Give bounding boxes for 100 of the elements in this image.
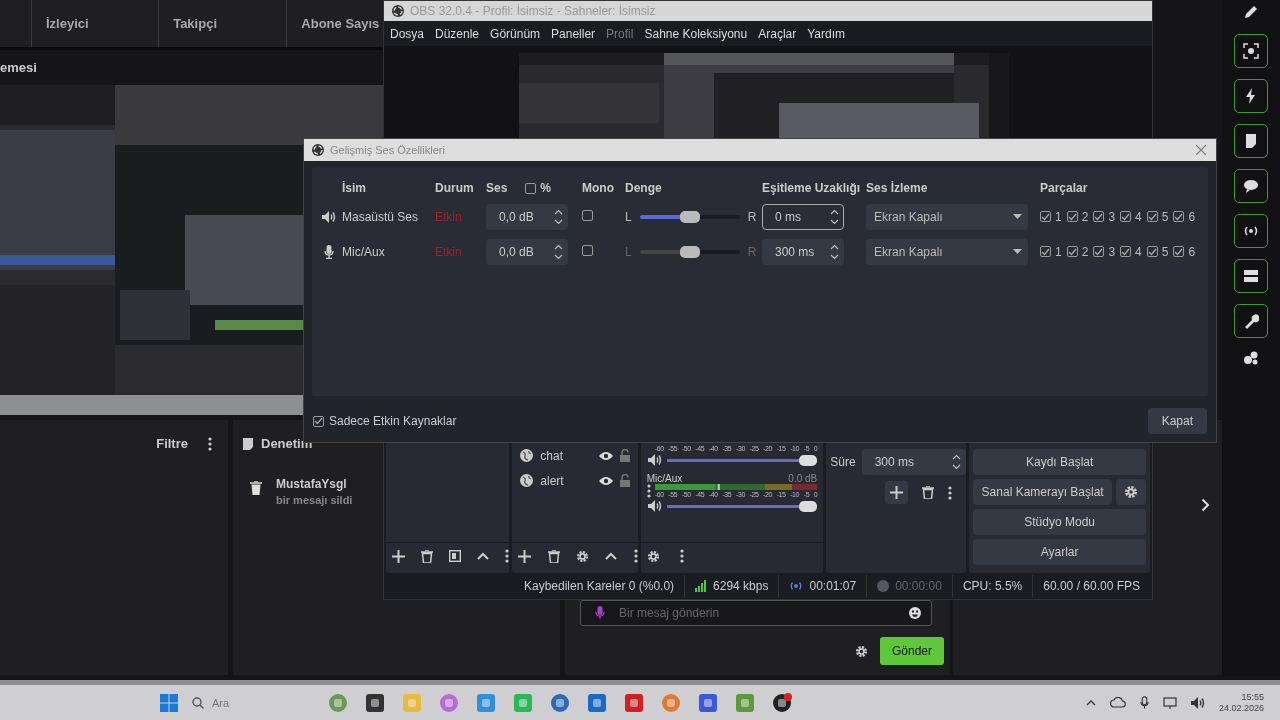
more-icon[interactable] xyxy=(646,484,651,498)
active-only-checkbox[interactable] xyxy=(313,415,324,427)
more-icon[interactable] xyxy=(679,549,684,563)
monitoring-dropdown[interactable]: Ekran Kapalı xyxy=(866,238,1028,265)
control-button[interactable]: Ayarlar xyxy=(973,539,1146,565)
add-icon[interactable] xyxy=(518,549,532,563)
app-icon[interactable] xyxy=(772,692,792,713)
layout-icon[interactable] xyxy=(1234,259,1268,293)
mono-checkbox[interactable] xyxy=(582,244,593,256)
right-label: R xyxy=(747,209,757,224)
start-icon[interactable] xyxy=(160,693,178,712)
close-button[interactable]: Kapat xyxy=(1147,408,1207,434)
track-checkbox[interactable] xyxy=(1146,211,1158,222)
menu-item[interactable]: Görünüm xyxy=(490,26,541,41)
filter-icon[interactable] xyxy=(449,550,462,562)
spin-arrows-icon[interactable] xyxy=(952,453,962,471)
settings-icon[interactable] xyxy=(646,549,660,563)
user-name: MustafaYsgl xyxy=(276,477,348,491)
trash-icon[interactable] xyxy=(421,549,434,563)
source-name[interactable]: alert xyxy=(540,473,592,488)
group-icon[interactable] xyxy=(1243,351,1259,365)
menu-item[interactable]: Paneller xyxy=(551,26,596,41)
duration-field[interactable]: 300 ms xyxy=(861,449,967,475)
control-button[interactable]: Stüdyo Modu xyxy=(973,509,1146,535)
settings-icon[interactable] xyxy=(855,644,868,658)
spin-arrows-icon[interactable] xyxy=(554,242,563,261)
speaker-icon[interactable] xyxy=(1190,696,1205,709)
close-icon[interactable] xyxy=(1196,145,1206,155)
track-checkbox[interactable] xyxy=(1040,211,1051,222)
spin-arrows-icon[interactable] xyxy=(830,242,839,261)
trash-icon[interactable] xyxy=(547,549,560,563)
eye-icon[interactable] xyxy=(598,475,613,486)
speaker-icon[interactable] xyxy=(647,454,662,466)
sync-offset-field[interactable]: 300 ms xyxy=(762,238,844,265)
track-checkbox[interactable] xyxy=(1040,246,1051,257)
track-checkbox[interactable] xyxy=(1066,246,1078,257)
more-icon[interactable] xyxy=(633,549,638,563)
volume-field[interactable]: 0,0 dB xyxy=(486,238,568,265)
track-checkbox[interactable] xyxy=(1093,211,1105,222)
emoji-icon[interactable] xyxy=(909,607,921,619)
track-checkbox[interactable] xyxy=(1120,211,1132,222)
cloud-icon[interactable] xyxy=(1109,697,1126,708)
menu-item[interactable]: Yardım xyxy=(807,26,845,41)
pencil-icon[interactable] xyxy=(1244,5,1258,19)
speaker-icon[interactable] xyxy=(647,500,662,512)
document-icon[interactable] xyxy=(1234,124,1268,158)
track-checkbox[interactable] xyxy=(1173,211,1185,222)
lock-icon[interactable] xyxy=(619,474,630,487)
settings-button[interactable] xyxy=(1116,479,1146,505)
clock-date: 24.02.2026 xyxy=(1218,703,1264,713)
volume-field[interactable]: 0,0 dB xyxy=(486,203,568,230)
menu-item[interactable]: Dosya xyxy=(390,26,424,41)
document-icon xyxy=(243,437,253,450)
chevron-up-icon[interactable] xyxy=(1085,699,1096,706)
microphone-icon[interactable] xyxy=(595,605,605,621)
wrench-icon[interactable] xyxy=(1234,304,1268,338)
more-icon[interactable] xyxy=(208,436,212,451)
send-button[interactable]: Gönder xyxy=(880,637,945,665)
broadcast-icon[interactable] xyxy=(1234,214,1268,248)
sync-offset-field[interactable]: 0 ms xyxy=(762,203,844,230)
right-label: R xyxy=(747,244,757,259)
control-button[interactable]: Kaydı Başlat xyxy=(973,449,1146,475)
track-checkbox[interactable] xyxy=(1146,246,1158,257)
track-checkbox[interactable] xyxy=(1093,246,1105,257)
menu-item[interactable]: Düzenle xyxy=(435,26,480,41)
trash-icon[interactable] xyxy=(922,486,935,499)
add-icon[interactable] xyxy=(890,486,904,499)
bitrate-text: 6294 kbps xyxy=(713,579,769,593)
speaker-icon[interactable] xyxy=(322,210,336,223)
track-checkbox[interactable] xyxy=(1066,211,1078,222)
lock-icon[interactable] xyxy=(619,449,630,462)
column-header: Mono xyxy=(582,181,615,195)
menu-item[interactable]: Sahne Koleksiyonu xyxy=(644,26,748,41)
microphone-icon[interactable] xyxy=(1139,695,1149,710)
chat-bubble-icon[interactable] xyxy=(1234,169,1268,203)
more-icon[interactable] xyxy=(948,485,953,500)
spin-arrows-icon[interactable] xyxy=(830,207,839,226)
spin-arrows-icon[interactable] xyxy=(554,207,563,226)
more-icon[interactable] xyxy=(505,549,510,563)
network-icon[interactable] xyxy=(1162,696,1177,709)
chevron-right-icon[interactable] xyxy=(1201,498,1210,512)
focus-icon[interactable] xyxy=(1234,34,1268,68)
track-checkbox[interactable] xyxy=(1173,246,1185,257)
track-checkbox[interactable] xyxy=(1120,246,1132,257)
eye-icon[interactable] xyxy=(598,450,613,461)
settings-icon[interactable] xyxy=(576,549,589,563)
chat-input[interactable]: Bir mesaj gönderin xyxy=(617,605,897,621)
settings-icon xyxy=(1124,485,1138,499)
percent-checkbox[interactable] xyxy=(525,182,537,194)
mono-checkbox[interactable] xyxy=(582,209,593,221)
add-icon[interactable] xyxy=(392,549,405,563)
lightning-icon[interactable] xyxy=(1234,79,1268,113)
monitoring-dropdown[interactable]: Ekran Kapalı xyxy=(866,203,1028,230)
source-name[interactable]: chat xyxy=(540,448,592,463)
chat-input[interactable]: Bir mesaj gönderin xyxy=(580,600,932,626)
menu-item[interactable]: Araçlar xyxy=(758,26,797,41)
window-title: OBS 32.0.4 - Profil: İsimsiz - Sahneler: İsimsiz xyxy=(410,4,656,18)
column-header: Denge xyxy=(625,181,663,195)
control-button[interactable]: Sanal Kamerayı Başlat xyxy=(973,479,1112,505)
app-icon[interactable] xyxy=(365,692,385,713)
